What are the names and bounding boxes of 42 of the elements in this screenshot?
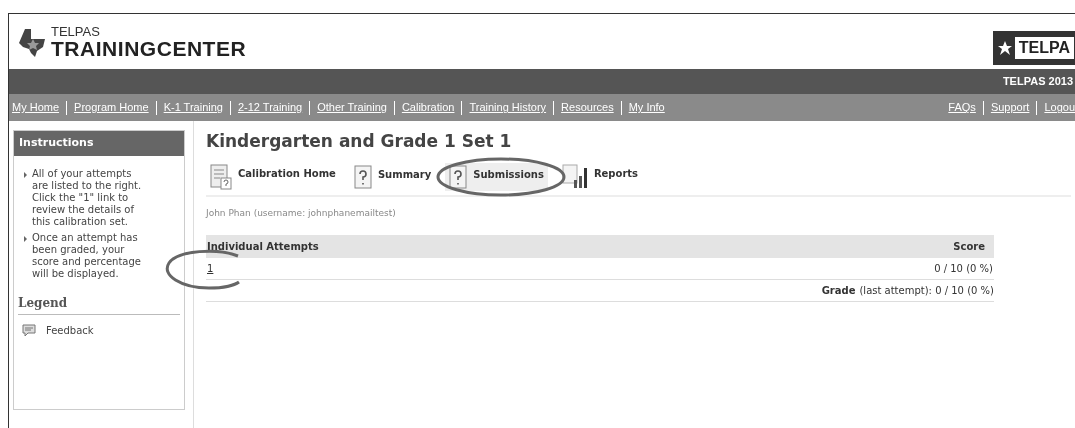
tab[interactable]: Summary: [349, 163, 436, 191]
nav-link[interactable]: My Home: [12, 99, 60, 116]
panel-header: Instructions: [14, 131, 184, 156]
tab[interactable]: Calibration Home: [206, 162, 340, 192]
nav-link[interactable]: Program Home: [74, 99, 149, 116]
question-icon: [353, 165, 372, 189]
nav-link[interactable]: Calibration: [401, 99, 455, 116]
nav-link[interactable]: Other Training: [317, 99, 387, 116]
logo-title: TRAININGCENTER: [51, 37, 247, 59]
nav-link[interactable]: Resources: [561, 99, 614, 116]
texas-star-logo: [19, 26, 47, 59]
tab[interactable]: Reports: [557, 162, 643, 192]
nav-link[interactable]: K-1 Training: [163, 99, 223, 116]
bullet-icon: [24, 171, 27, 178]
grade-label: Grade: [821, 284, 856, 298]
bullet-icon: [24, 235, 27, 242]
column-header: Score: [953, 240, 986, 254]
table-cell-text: 0 / 10 (0 %): [934, 262, 993, 276]
attempt-link[interactable]: 1: [207, 261, 214, 276]
instruction-text: All of your attempts are listed to the right. Click the "1" link to review the details of this calibration set.: [32, 167, 143, 228]
document-icon: [210, 164, 232, 190]
top-banner: TELPAS 2013: [9, 69, 1075, 94]
speech-bubble-icon: [22, 323, 36, 337]
nav-link[interactable]: Support: [990, 99, 1030, 116]
grade-value: (last attempt): 0 / 10 (0 %): [859, 284, 994, 298]
tab[interactable]: Submissions: [445, 163, 548, 191]
telpas-badge: TELPA: [992, 30, 1075, 65]
nav-link[interactable]: FAQs: [948, 99, 976, 116]
column-header: Individual Attempts: [207, 240, 319, 254]
nav-link[interactable]: Training History: [469, 99, 547, 116]
user-name: John Phan (username: johnphanemailtest): [206, 206, 397, 220]
nav-link[interactable]: 2-12 Training: [237, 99, 303, 116]
nav-link[interactable]: Logou: [1044, 99, 1075, 116]
legend-title: Legend: [18, 293, 180, 315]
star-icon: [996, 39, 1013, 56]
instruction-text: Once an attempt has been graded, your score and percentage will be displayed.: [32, 231, 142, 280]
question-icon: [449, 165, 468, 189]
page-title: Kindergarten and Grade 1 Set 1: [206, 130, 513, 153]
bar-chart-icon: [561, 164, 588, 190]
legend-label: Feedback: [46, 323, 94, 338]
nav-link[interactable]: My Info: [628, 99, 665, 116]
logo-small-text: TELPAS: [51, 24, 101, 38]
